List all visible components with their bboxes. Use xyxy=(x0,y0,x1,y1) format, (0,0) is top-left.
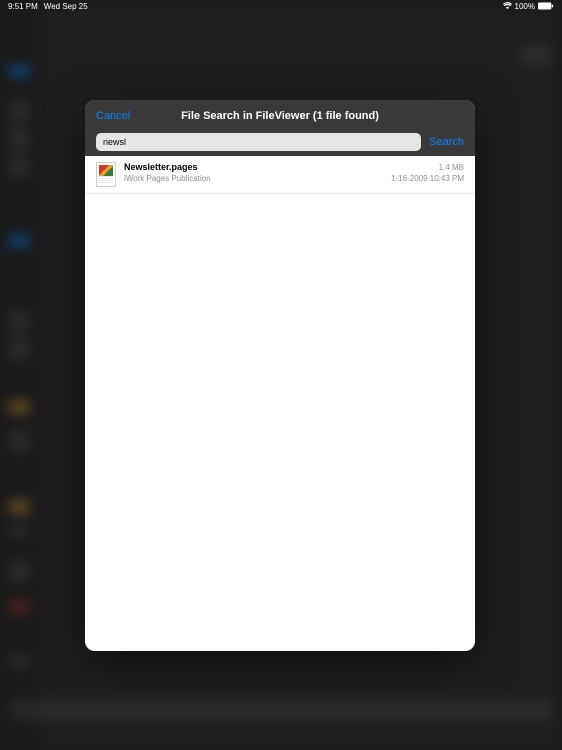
status-date: Wed Sep 25 xyxy=(44,2,88,11)
results-list: Newsletter.pages 1.4 MB iWork Pages Publ… xyxy=(85,156,475,651)
file-type: iWork Pages Publication xyxy=(124,174,211,183)
battery-icon xyxy=(538,2,554,10)
file-name: Newsletter.pages xyxy=(124,162,198,172)
cancel-button[interactable]: Cancel xyxy=(96,110,130,122)
status-time: 9:51 PM xyxy=(8,2,38,11)
search-row: Search xyxy=(85,131,475,156)
file-date: 1-16-2009 10:43 PM xyxy=(391,174,464,183)
file-search-modal: Cancel File Search in FileViewer (1 file… xyxy=(85,100,475,651)
modal-header: Cancel File Search in FileViewer (1 file… xyxy=(85,100,475,131)
pages-file-icon xyxy=(96,162,116,187)
result-item[interactable]: Newsletter.pages 1.4 MB iWork Pages Publ… xyxy=(85,156,475,194)
file-size: 1.4 MB xyxy=(439,163,464,172)
status-bar: 9:51 PM Wed Sep 25 100% xyxy=(0,0,562,12)
wifi-icon xyxy=(503,2,512,11)
search-button[interactable]: Search xyxy=(429,136,464,148)
modal-title: File Search in FileViewer (1 file found) xyxy=(181,110,379,122)
battery-pct: 100% xyxy=(515,2,535,11)
search-input[interactable] xyxy=(96,133,421,151)
